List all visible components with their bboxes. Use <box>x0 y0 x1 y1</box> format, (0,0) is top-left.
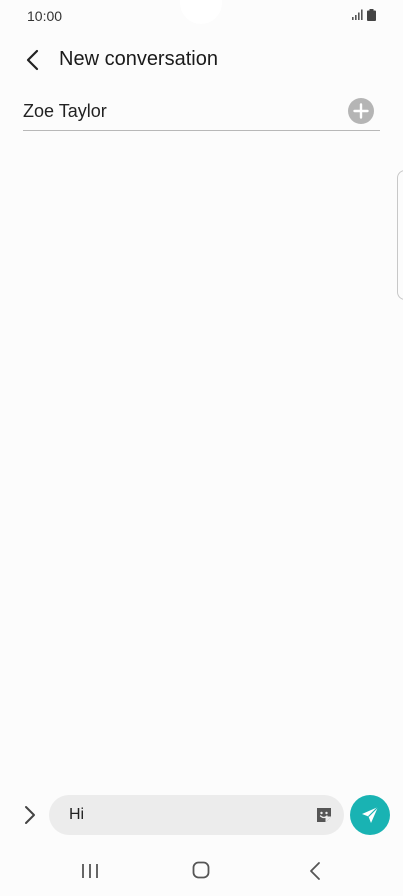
send-button[interactable] <box>350 795 390 835</box>
side-scroll-handle[interactable] <box>397 170 403 300</box>
send-icon <box>362 806 379 823</box>
back-icon[interactable] <box>308 861 322 881</box>
status-time: 10:00 <box>27 8 63 24</box>
recipient-name[interactable]: Zoe Taylor <box>23 101 107 122</box>
recipient-field[interactable]: Zoe Taylor <box>23 96 380 131</box>
status-bar: 10:00 <box>0 0 403 30</box>
chevron-left-icon <box>26 49 39 71</box>
page-title: New conversation <box>59 48 218 70</box>
chevron-right-icon <box>25 806 35 824</box>
battery-icon <box>367 9 376 21</box>
home-icon[interactable] <box>192 861 210 879</box>
add-recipient-button[interactable] <box>348 98 374 124</box>
back-button[interactable] <box>18 42 48 78</box>
sticker-icon[interactable] <box>314 805 334 825</box>
navigation-bar <box>0 850 403 896</box>
plus-icon <box>353 103 369 119</box>
expand-options-button[interactable] <box>18 800 42 830</box>
recents-icon[interactable] <box>80 862 100 880</box>
message-input[interactable]: Hi <box>49 795 344 835</box>
message-input-text[interactable]: Hi <box>69 806 84 824</box>
app-header: New conversation <box>0 40 403 80</box>
camera-notch <box>180 0 222 24</box>
new-conversation-screen: 10:00 New conversation Zoe Taylor Hi <box>0 0 403 896</box>
signal-icon <box>352 9 363 20</box>
